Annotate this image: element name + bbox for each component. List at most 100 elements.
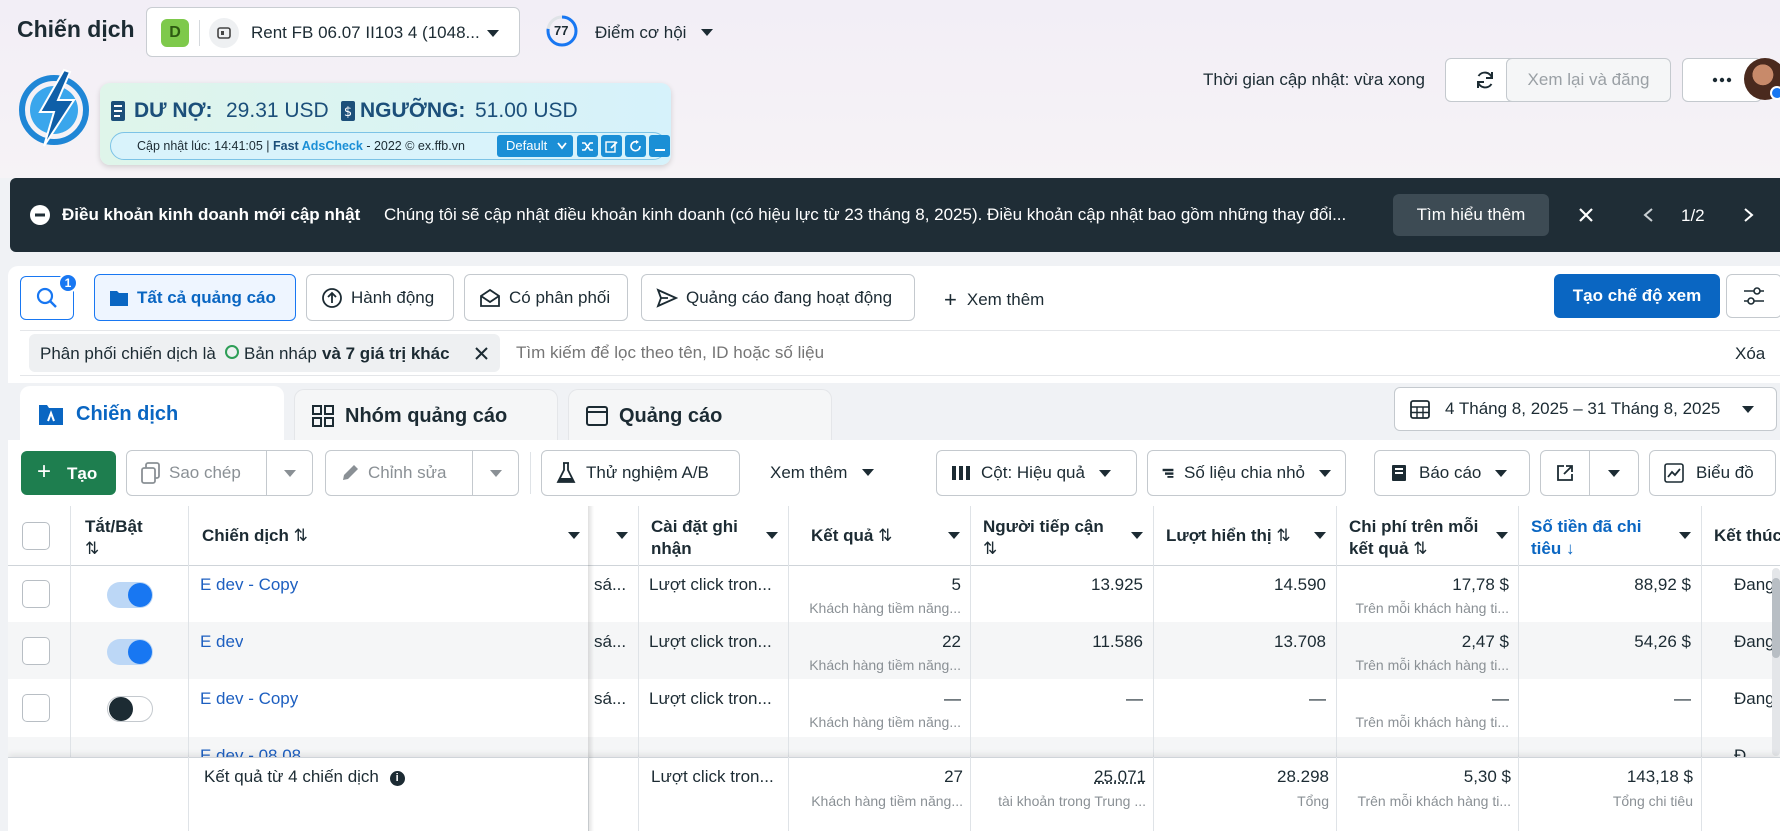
summary-cpr: 5,30 $: [1339, 767, 1511, 787]
summary-cpr-sub: Trên mỗi khách hàng ti...: [1339, 793, 1511, 809]
header-attribution-label: Cài đặt ghi nhận: [651, 517, 738, 558]
export-button[interactable]: [1540, 450, 1590, 496]
chevron-down-icon[interactable]: [948, 532, 960, 539]
chip-delivery[interactable]: Có phân phối: [464, 274, 628, 321]
review-publish-button[interactable]: Xem lại và đăng: [1506, 58, 1671, 102]
header-attribution[interactable]: Cài đặt ghi nhận: [651, 516, 751, 560]
campaign-toggle[interactable]: [107, 639, 153, 665]
create-view-button[interactable]: Tạo chế độ xem: [1554, 274, 1720, 318]
header-results[interactable]: Kết quả ⇅: [811, 525, 931, 547]
reports-button[interactable]: Báo cáo: [1374, 450, 1530, 496]
banner-pager: 1/2: [1681, 206, 1705, 226]
tab-adsets-label: Nhóm quảng cáo: [345, 405, 507, 428]
learn-more-button[interactable]: Tìm hiểu thêm: [1393, 194, 1549, 236]
tab-adsets[interactable]: Nhóm quảng cáo: [294, 389, 558, 440]
copy-icon: [141, 462, 161, 484]
duplicate-dropdown[interactable]: [266, 450, 313, 496]
account-badge: D: [161, 19, 189, 47]
chip-actions[interactable]: Hành động: [306, 274, 454, 321]
campaign-toggle[interactable]: [107, 582, 153, 608]
cpr-cell: 17,78 $: [1339, 575, 1509, 595]
opportunity-score[interactable]: 77 Điểm cơ hội: [545, 12, 725, 52]
summary-results: 27: [791, 767, 963, 787]
ends-cell: Đ: [1734, 746, 1746, 757]
date-range-picker[interactable]: 4 Tháng 8, 2025 – 31 Tháng 8, 2025: [1394, 387, 1777, 431]
close-icon[interactable]: [474, 346, 489, 361]
header-campaign-label: Chiến dịch: [202, 526, 289, 545]
reports-label: Báo cáo: [1419, 463, 1481, 483]
minimize-icon[interactable]: [649, 135, 670, 157]
results-sub: Khách hàng tiềm năng...: [791, 657, 961, 673]
chevron-down-icon[interactable]: [616, 532, 628, 539]
header-impressions[interactable]: Lượt hiển thị ⇅: [1166, 525, 1316, 547]
close-icon[interactable]: [1578, 207, 1594, 223]
select-all-checkbox[interactable]: [22, 522, 50, 550]
summary-label: Kết quả từ 4 chiến dịch i: [204, 767, 405, 787]
book-icon: [1389, 463, 1409, 483]
duplicate-button[interactable]: Sao chép: [126, 450, 267, 496]
search-input[interactable]: [516, 338, 1416, 368]
shuffle-icon[interactable]: [577, 135, 598, 157]
chip-active-ads[interactable]: Quảng cáo đang hoạt động: [641, 274, 915, 321]
search-badge: 1: [58, 273, 78, 293]
tab-campaigns[interactable]: Chiến dịch: [20, 386, 284, 442]
circle-icon: [225, 345, 239, 359]
campaign-table: Tắt/Bật ⇅ Chiến dịch ⇅ Cài đặt ghi nhận K…: [8, 506, 1780, 831]
avatar[interactable]: [1744, 58, 1780, 100]
page-title: Chiến dịch: [17, 16, 135, 43]
notice-banner: Điều khoản kinh doanh mới cập nhật Chúng…: [10, 178, 1780, 252]
chevron-left-icon[interactable]: [1642, 207, 1654, 223]
profile-select-value: Default: [506, 138, 547, 153]
chip-delivery-label: Có phân phối: [509, 288, 610, 308]
campaign-name-link[interactable]: E dev - Copy: [200, 689, 298, 709]
tab-ads[interactable]: Quảng cáo: [568, 389, 832, 440]
create-button[interactable]: + Tạo: [21, 451, 116, 495]
campaign-name-link[interactable]: E dev - 08.08: [200, 746, 301, 757]
table-scrollbar[interactable]: [1772, 568, 1780, 756]
impressions-cell: —: [1156, 689, 1326, 709]
row-checkbox[interactable]: [22, 694, 50, 722]
account-selector[interactable]: D Rent FB 06.07 II103 4 (1048...: [146, 7, 520, 57]
results-cell: 5: [791, 575, 961, 595]
cpr-sub: Trên mỗi khách hàng ti...: [1339, 600, 1509, 616]
info-icon[interactable]: i: [390, 771, 405, 786]
row-checkbox[interactable]: [22, 580, 50, 608]
columns-button[interactable]: Cột: Hiệu quả: [936, 450, 1137, 496]
row-checkbox[interactable]: [22, 637, 50, 665]
refresh-icon[interactable]: [625, 135, 646, 157]
edit-button[interactable]: Chỉnh sửa: [325, 450, 473, 496]
header-reach[interactable]: Người tiếp cận ⇅: [983, 516, 1143, 560]
edit-dropdown[interactable]: [472, 450, 519, 496]
document-icon: [110, 99, 126, 123]
breakdown-button[interactable]: Số liệu chia nhỏ: [1147, 450, 1346, 496]
campaign-name-link[interactable]: E dev - Copy: [200, 575, 298, 595]
breakdown-icon: [1162, 464, 1174, 482]
profile-select[interactable]: Default: [497, 135, 573, 157]
svg-text:$: $: [344, 105, 352, 120]
chevron-down-icon[interactable]: [1314, 532, 1326, 539]
header-cost-per-result[interactable]: Chi phí trên mỗi kết quả ⇅: [1349, 516, 1494, 560]
filter-settings-button[interactable]: [1726, 274, 1780, 318]
chevron-down-icon[interactable]: [1131, 532, 1143, 539]
chevron-down-icon[interactable]: [1679, 532, 1691, 539]
header-amount-spent[interactable]: Số tiền đã chi tiêu ↓: [1531, 516, 1676, 560]
campaign-name-link[interactable]: E dev: [200, 632, 243, 652]
header-toggle[interactable]: Tắt/Bật ⇅: [85, 516, 185, 560]
edit-icon[interactable]: [601, 135, 622, 157]
active-filter-chip[interactable]: Phân phối chiến dịch là Bản nháp và 7 gi…: [29, 334, 500, 372]
chevron-right-icon[interactable]: [1743, 207, 1755, 223]
clear-filters-link[interactable]: Xóa: [1735, 344, 1765, 364]
summary-reach: 25.071: [973, 767, 1146, 787]
chart-button[interactable]: Biểu đồ: [1649, 450, 1776, 496]
toolbar-more[interactable]: Xem thêm: [770, 463, 874, 483]
chevron-down-icon[interactable]: [568, 532, 580, 539]
chip-all-ads[interactable]: Tất cả quảng cáo: [94, 274, 296, 321]
chevron-down-icon[interactable]: [766, 532, 778, 539]
filter-more[interactable]: + Xem thêm: [944, 287, 1044, 313]
export-dropdown[interactable]: [1589, 450, 1639, 496]
chevron-down-icon[interactable]: [1496, 532, 1508, 539]
campaign-toggle[interactable]: [107, 696, 153, 722]
ab-test-button[interactable]: Thử nghiệm A/B: [541, 450, 740, 496]
header-ends[interactable]: Kết thúc: [1714, 525, 1780, 547]
header-campaign[interactable]: Chiến dịch ⇅: [202, 525, 582, 547]
